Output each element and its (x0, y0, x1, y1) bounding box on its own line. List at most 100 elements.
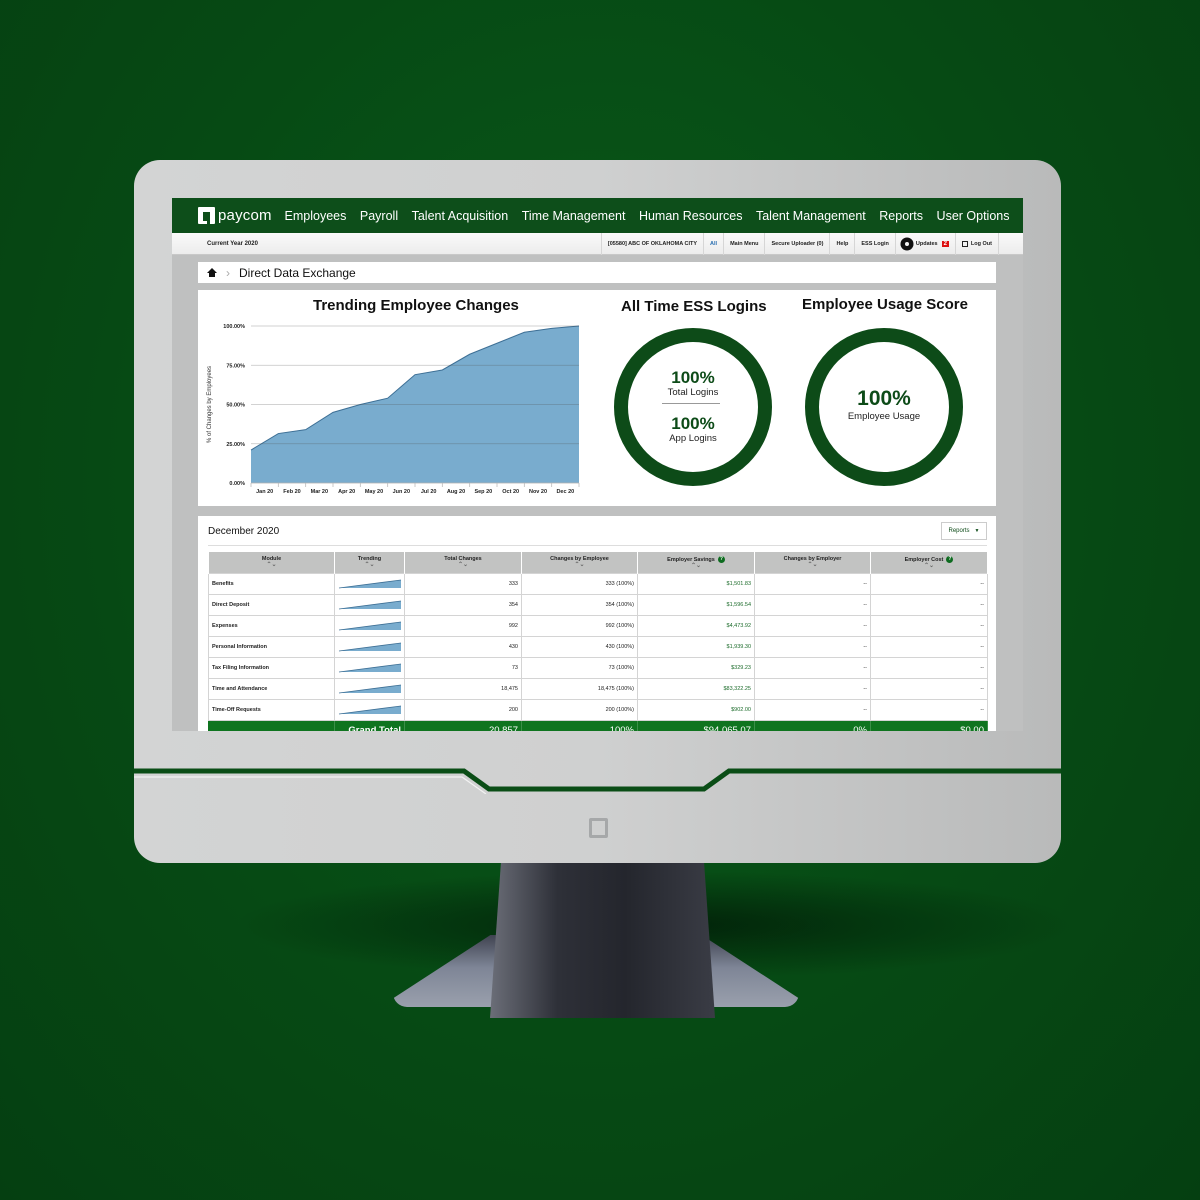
home-icon[interactable] (207, 268, 217, 277)
nav-item-human-resources[interactable]: Human Resources (639, 209, 743, 223)
paycom-logo-icon (198, 207, 215, 224)
total-logins-label: Total Logins (667, 387, 719, 398)
x-tick-label: Jan 20 (256, 489, 273, 495)
log-out-label: Log Out (970, 240, 992, 247)
ess-login-link[interactable]: ESS Login (854, 232, 895, 255)
y-tick-label: 50.00% (226, 403, 245, 409)
trend-sparkline (334, 699, 405, 721)
caret-down-icon: ▼ (974, 528, 980, 534)
page-title: Direct Data Exchange (239, 265, 356, 280)
grand-total-by-employer: 0% (754, 720, 871, 731)
employer-savings-cell: $1,501.83 (637, 573, 755, 595)
x-tick-label: May 20 (365, 489, 383, 495)
module-cell: Time-Off Requests (208, 699, 335, 721)
nav-item-talent-acquisition[interactable]: Talent Acquisition (412, 209, 509, 223)
employer-savings-cell: $4,473.92 (637, 615, 755, 637)
total-changes-cell: 333 (404, 573, 522, 595)
trend-sparkline (334, 657, 405, 679)
changes-by-employee-cell: 200 (100%) (521, 699, 638, 721)
company-selector[interactable]: [05580] ABC OF OKLAHOMA CITY (600, 232, 703, 255)
sort-icon: ⌃⌄ (574, 562, 585, 568)
table-row[interactable]: Direct Deposit 354 354 (100%) $1,596.54 -- -- (208, 594, 988, 616)
sort-icon: ⌃⌄ (807, 562, 818, 568)
top-nav: paycom Employees Payroll Talent Acquisit… (172, 198, 1023, 233)
updates-button[interactable]: Updates 2 (894, 232, 955, 255)
column-header-changes-by-employer[interactable]: Changes by Employer ⌃⌄ (754, 551, 871, 574)
employer-cost-cell: -- (870, 636, 988, 658)
breadcrumb: › Direct Data Exchange (198, 262, 996, 283)
nav-item-talent-management[interactable]: Talent Management (756, 209, 866, 223)
monitor-chin-line (134, 768, 1061, 794)
sub-bar: Current Year 2020 [05580] ABC OF OKLAHOM… (172, 232, 1023, 255)
total-empty-cell (208, 720, 335, 731)
employer-cost-cell: -- (870, 657, 988, 679)
grand-total-savings: $94,065.07 (637, 720, 755, 731)
trend-sparkline-chart (338, 705, 402, 715)
usage-score-title: Employee Usage Score (802, 296, 968, 313)
column-header-trending[interactable]: Trending ⌃⌄ (334, 551, 405, 574)
trend-sparkline-chart (338, 600, 402, 610)
divider (208, 545, 987, 546)
module-cell: Personal Information (208, 636, 335, 658)
sort-icon: ⌃⌄ (364, 562, 375, 568)
log-out-button[interactable]: Log Out (954, 232, 998, 255)
month-title: December 2020 (208, 526, 280, 537)
total-changes-cell: 73 (404, 657, 522, 679)
ess-logins-ring: 100% Total Logins 100% App Logins (614, 328, 772, 486)
x-tick-label: Dec 20 (556, 489, 574, 495)
usage-score-label: Employee Usage (847, 411, 921, 422)
changes-by-employer-cell: -- (754, 678, 871, 700)
trend-sparkline-chart (338, 642, 402, 652)
module-cell: Tax Filing Information (208, 657, 335, 679)
changes-by-employer-cell: -- (754, 657, 871, 679)
usage-score-ring: 100% Employee Usage (805, 328, 963, 486)
nav-item-payroll[interactable]: Payroll (360, 209, 398, 223)
table-row[interactable]: Tax Filing Information 73 73 (100%) $329.23… (208, 657, 988, 679)
column-header-module[interactable]: Module ⌃⌄ (208, 551, 335, 574)
help-link[interactable]: Help (829, 232, 854, 255)
total-logins-value: 100% (671, 368, 715, 387)
table-row[interactable]: Time-Off Requests 200 200 (100%) $902.00 -- -… (208, 699, 988, 721)
nav-item-time-management[interactable]: Time Management (522, 209, 626, 223)
monitor-logo-icon (589, 818, 608, 838)
all-link[interactable]: All (703, 232, 723, 255)
secure-uploader-link[interactable]: Secure Uploader (0) (764, 232, 829, 255)
table-row[interactable]: Time and Attendance 18,475 18,475 (100%) $8… (208, 678, 988, 700)
table-row[interactable]: Benefits 333 333 (100%) $1,501.83 -- -- (208, 573, 988, 595)
column-header-employer-cost[interactable]: Employer Cost? ⌃⌄ (870, 551, 988, 574)
brand-logo[interactable]: paycom (198, 207, 285, 224)
updates-count-badge: 2 (941, 240, 949, 247)
module-cell: Direct Deposit (208, 594, 335, 616)
employer-cost-cell: -- (870, 594, 988, 616)
nav-item-user-options[interactable]: User Options (937, 209, 1010, 223)
employer-savings-cell: $329.23 (637, 657, 755, 679)
column-header-total-changes[interactable]: Total Changes ⌃⌄ (404, 551, 522, 574)
total-changes-cell: 354 (404, 594, 522, 616)
column-header-employer-savings[interactable]: Employer Savings? ⌃⌄ (637, 551, 755, 574)
changes-by-employee-cell: 73 (100%) (521, 657, 638, 679)
nav-item-reports[interactable]: Reports (879, 209, 923, 223)
y-tick-label: 0.00% (229, 481, 245, 487)
module-cell: Time and Attendance (208, 678, 335, 700)
app-logins-label: App Logins (669, 433, 717, 444)
changes-by-employee-cell: 430 (100%) (521, 636, 638, 658)
logins-divider (662, 403, 720, 404)
nav-item-employees[interactable]: Employees (285, 209, 347, 223)
table-row[interactable]: Expenses 992 992 (100%) $4,473.92 -- -- (208, 615, 988, 637)
trend-sparkline (334, 594, 405, 616)
help-icon[interactable]: ? (717, 556, 725, 563)
employer-savings-cell: $1,596.54 (637, 594, 755, 616)
changes-by-employer-cell: -- (754, 615, 871, 637)
table-row[interactable]: Personal Information 430 430 (100%) $1,939.… (208, 636, 988, 658)
changes-by-employee-cell: 992 (100%) (521, 615, 638, 637)
reports-dropdown-button[interactable]: Reports ▼ (941, 522, 987, 540)
x-tick-label: Oct 20 (502, 489, 519, 495)
x-tick-label: Jun 20 (393, 489, 410, 495)
trend-sparkline (334, 636, 405, 658)
main-menu-link[interactable]: Main Menu (723, 232, 764, 255)
column-header-changes-by-employee[interactable]: Changes by Employee ⌃⌄ (521, 551, 638, 574)
changes-by-employer-cell: -- (754, 573, 871, 595)
help-icon[interactable]: ? (946, 556, 954, 563)
changes-table-panel: December 2020 Reports ▼ Module ⌃⌄ Trendin… (198, 516, 996, 731)
grand-total-row: Grand Total 20,857 100% $94,065.07 0% $0… (208, 720, 988, 731)
